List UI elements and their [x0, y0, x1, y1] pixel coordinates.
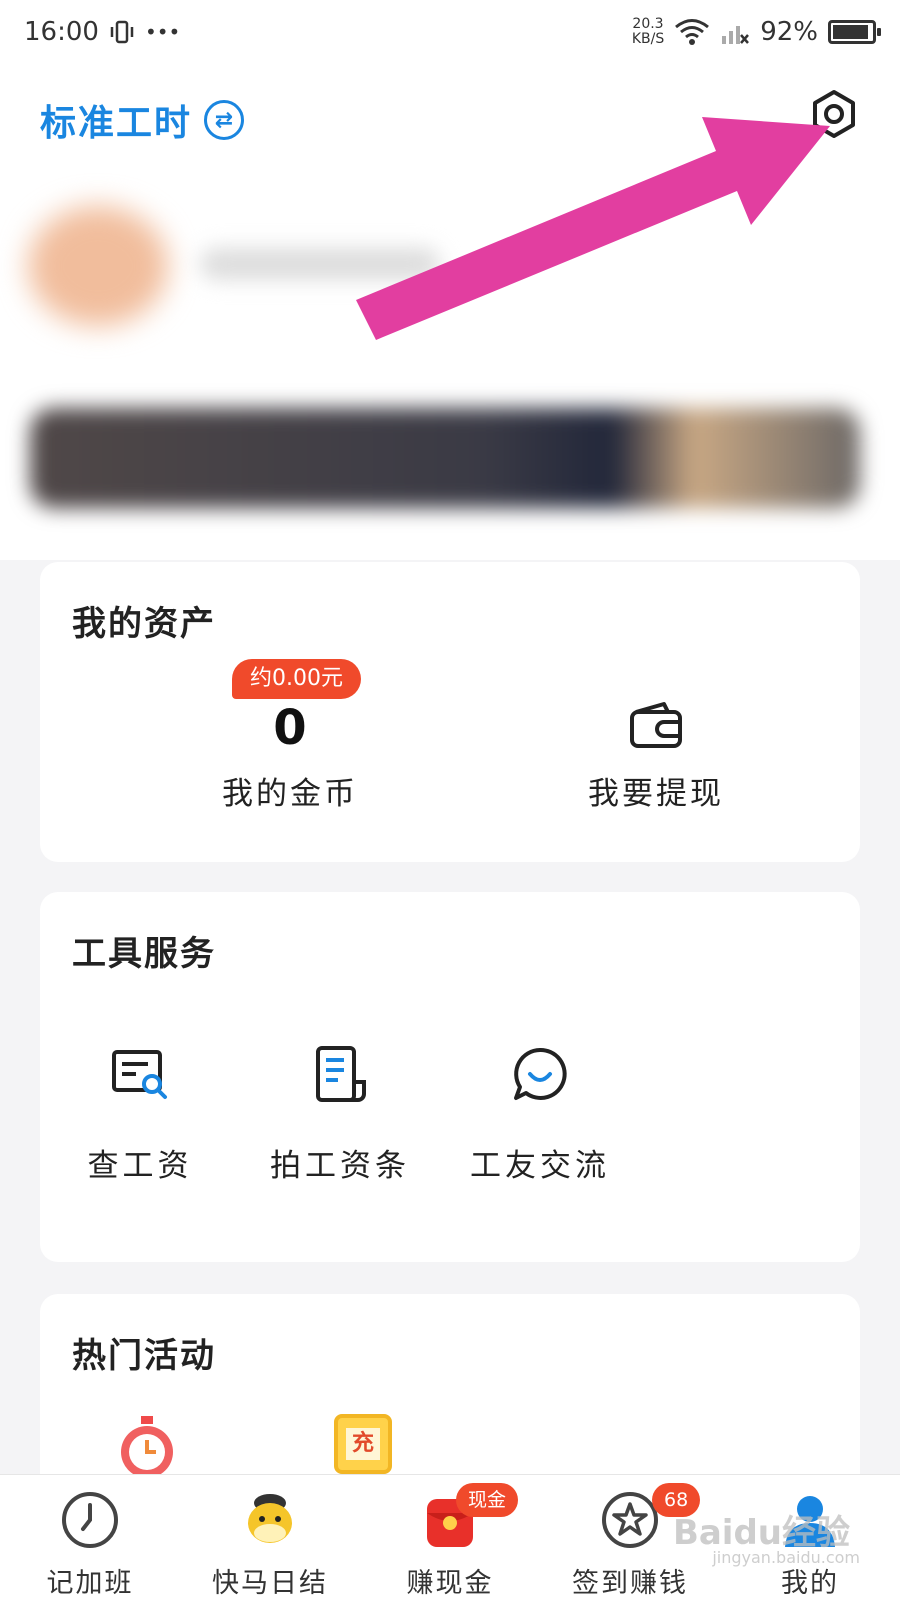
status-more-dots: •••: [144, 20, 181, 44]
status-bar: 16:00 ••• 20.3 KB/S 92%: [0, 0, 900, 64]
battery-percent: 92%: [760, 17, 818, 47]
signal-icon: [722, 26, 750, 44]
tool-label: 工友交流: [470, 1148, 610, 1184]
tab-label: 记加班: [46, 1568, 134, 1599]
status-time: 16:00: [24, 17, 99, 47]
tool-check-salary[interactable]: 查工资: [40, 1042, 240, 1185]
payslip-icon: [316, 1046, 366, 1102]
banner-section[interactable]: [0, 364, 900, 560]
banner-image-blurred: [30, 408, 860, 508]
vibrate-icon: [110, 20, 134, 44]
network-speed: 20.3 KB/S: [631, 16, 665, 47]
coin-value-badge: 约0.00元: [232, 659, 361, 699]
alarm-clock-icon[interactable]: [112, 1414, 182, 1474]
tools-title: 工具服务: [72, 934, 216, 974]
recharge-icon[interactable]: 充: [334, 1414, 392, 1474]
tool-label: 拍工资条: [270, 1148, 410, 1184]
user-name-blurred: [200, 248, 440, 280]
hot-activities-title: 热门活动: [72, 1336, 216, 1376]
tab-earn-cash[interactable]: 现金 赚现金: [360, 1475, 540, 1600]
tools-card: 工具服务 查工资 拍工资条 工友交流: [40, 892, 860, 1262]
salary-search-icon: [112, 1050, 167, 1099]
baidu-watermark: Baidu经验: [672, 1513, 850, 1553]
my-coins-label[interactable]: 我的金币: [140, 768, 440, 813]
tab-daily-pay[interactable]: 快马日结: [180, 1475, 360, 1600]
horse-icon: [248, 1494, 292, 1543]
avatar: [28, 206, 168, 326]
chat-icon: [514, 1047, 567, 1100]
tab-label: 快马日结: [212, 1568, 328, 1599]
cash-badge: 现金: [456, 1483, 519, 1517]
swap-icon: ⇄: [204, 100, 245, 140]
coin-count[interactable]: 0: [190, 700, 390, 756]
work-mode-switch[interactable]: 标准工时 ⇄: [40, 94, 245, 146]
withdraw-button[interactable]: 我要提现: [506, 768, 806, 813]
page-title: 标准工时: [40, 103, 193, 144]
assets-card: 我的资产 约0.00元 0 我的金币 我要提现: [40, 562, 860, 862]
profile-section[interactable]: [0, 184, 900, 364]
wifi-icon: [675, 19, 710, 45]
baidu-watermark-url: jingyan.baidu.com: [712, 1548, 860, 1567]
tab-label: 赚现金: [406, 1568, 494, 1599]
battery-icon: [828, 20, 881, 44]
header: 标准工时 ⇄: [0, 64, 900, 184]
tab-label: 签到赚钱: [572, 1568, 688, 1599]
clock-icon: [62, 1492, 118, 1548]
tab-overtime[interactable]: 记加班: [0, 1475, 180, 1600]
settings-gear-icon[interactable]: [804, 84, 864, 144]
tool-payslip-photo[interactable]: 拍工资条: [240, 1042, 440, 1185]
tool-label: 查工资: [87, 1148, 193, 1184]
tool-worker-chat[interactable]: 工友交流: [440, 1042, 640, 1185]
wallet-icon[interactable]: [626, 700, 686, 750]
assets-title: 我的资产: [72, 604, 216, 644]
